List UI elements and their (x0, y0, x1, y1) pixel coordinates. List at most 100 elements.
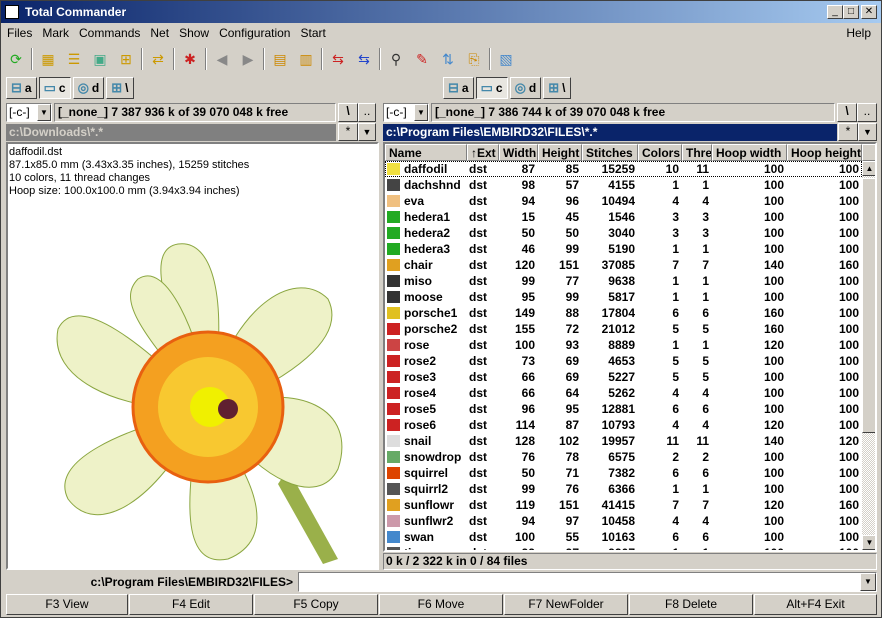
fkey-f4[interactable]: F4 Edit (129, 594, 253, 615)
table-row[interactable]: hedera1 dst 15 45 1546 3 3 100 100 (385, 209, 862, 225)
table-row[interactable]: rose3 dst 66 69 5227 5 5 100 100 (385, 369, 862, 385)
right-file-list[interactable]: Name ↑Ext Width Height Stitches Colors Thre Hoo… (383, 142, 877, 552)
table-row[interactable]: rose4 dst 66 64 5262 4 4 100 100 (385, 385, 862, 401)
sync-dirs-icon[interactable]: ⇅ (437, 48, 459, 70)
fkey-f7[interactable]: F7 NewFolder (504, 594, 628, 615)
drive-button-a[interactable]: ⊟ a (6, 77, 37, 99)
chevron-down-icon[interactable]: ▼ (860, 573, 876, 591)
column-header-colors[interactable]: Colors (638, 144, 682, 161)
column-header-name[interactable]: Name (385, 144, 467, 161)
table-row[interactable]: rose6 dst 114 87 10793 4 4 120 100 (385, 417, 862, 433)
left-up-button[interactable]: .. (358, 103, 376, 122)
drive-button-c[interactable]: ▭ c (38, 77, 71, 99)
close-button[interactable]: ✕ (861, 5, 877, 19)
notepad-icon[interactable]: ▧ (495, 48, 517, 70)
ftp-icon[interactable]: ⇆ (327, 48, 349, 70)
find-icon[interactable]: ⚲ (385, 48, 407, 70)
refresh-icon[interactable]: ⟳ (5, 48, 27, 70)
vertical-scrollbar[interactable]: ▲ ▼ (862, 161, 875, 550)
left-history-button[interactable]: * (338, 123, 358, 141)
thumbnail-view-icon[interactable]: ▣ (89, 48, 111, 70)
menu-show[interactable]: Show (179, 26, 209, 40)
drive-button-a[interactable]: ⊟ a (443, 77, 474, 99)
fkey-f6[interactable]: F6 Move (379, 594, 503, 615)
right-history-button[interactable]: * (838, 123, 858, 141)
table-row[interactable]: hedera3 dst 46 99 5190 1 1 100 100 (385, 241, 862, 257)
table-row[interactable]: porsche2 dst 155 72 21012 5 5 160 100 (385, 321, 862, 337)
scroll-up-button[interactable]: ▲ (862, 161, 875, 176)
cell-colors: 6 (672, 530, 679, 544)
left-path[interactable]: c:\Downloads\*.* (6, 124, 336, 141)
table-row[interactable]: rose dst 100 93 8889 1 1 120 100 (385, 337, 862, 353)
table-row[interactable]: squirrel dst 50 71 7382 6 6 100 100 (385, 465, 862, 481)
column-header-stitches[interactable]: Stitches (582, 144, 638, 161)
table-row[interactable]: snail dst 128 102 19957 11 11 140 120 (385, 433, 862, 449)
right-path[interactable]: c:\Program Files\EMBIRD32\FILES\*.* (383, 124, 837, 141)
drive-button-d[interactable]: ◎ d (72, 77, 105, 99)
back-icon[interactable]: ◀ (211, 48, 233, 70)
column-header-ext[interactable]: ↑Ext (467, 144, 499, 161)
column-header-height[interactable]: Height (538, 144, 582, 161)
menu-start[interactable]: Start (300, 26, 325, 40)
table-row[interactable]: moose dst 95 99 5817 1 1 100 100 (385, 289, 862, 305)
right-hotlist-button[interactable]: ▼ (858, 123, 877, 141)
column-header-width[interactable]: Width (499, 144, 538, 161)
tree-icon[interactable]: ⊞ (115, 48, 137, 70)
table-row[interactable]: swan dst 100 55 10163 6 6 100 100 (385, 529, 862, 545)
table-row[interactable]: rose5 dst 96 95 12881 6 6 100 100 (385, 401, 862, 417)
scroll-down-button[interactable]: ▼ (862, 535, 875, 550)
select-icon[interactable]: ✱ (179, 48, 201, 70)
fkey-f8[interactable]: F8 Delete (629, 594, 753, 615)
table-row[interactable]: chair dst 120 151 37085 7 7 140 160 (385, 257, 862, 273)
table-row[interactable]: eva dst 94 96 10494 4 4 100 100 (385, 193, 862, 209)
drive-button-c[interactable]: ▭ c (475, 77, 508, 99)
menu-files[interactable]: Files (7, 26, 32, 40)
drive-button-d[interactable]: ◎ d (509, 77, 542, 99)
menu-configuration[interactable]: Configuration (219, 26, 290, 40)
right-drive-combo[interactable]: [-c-] ▼ (383, 103, 429, 122)
table-row[interactable]: rose2 dst 73 69 4653 5 5 100 100 (385, 353, 862, 369)
pack-icon[interactable]: ▤ (269, 48, 291, 70)
compare-dirs-icon[interactable]: ⇄ (147, 48, 169, 70)
menu-mark[interactable]: Mark (42, 26, 69, 40)
menu-commands[interactable]: Commands (79, 26, 140, 40)
url-icon[interactable]: ⇆ (353, 48, 375, 70)
minimize-button[interactable]: _ (827, 5, 843, 19)
drive-button-network[interactable]: ⊞ \ (106, 77, 134, 99)
table-row[interactable]: sunflwr2 dst 94 97 10458 4 4 100 100 (385, 513, 862, 529)
table-row[interactable]: hedera2 dst 50 50 3040 3 3 100 100 (385, 225, 862, 241)
table-row[interactable]: tigerdst9997990711100100 (385, 545, 862, 550)
full-view-icon[interactable]: ☰ (63, 48, 85, 70)
column-header-thre[interactable]: Thre (682, 144, 712, 161)
multi-rename-icon[interactable]: ✎ (411, 48, 433, 70)
table-row[interactable]: daffodil dst 87 85 15259 10 11 100 100 (385, 161, 862, 177)
command-line-input[interactable]: ▼ (298, 572, 877, 592)
fkey-alt-f4[interactable]: Alt+F4 Exit (754, 594, 877, 615)
fkey-f5[interactable]: F5 Copy (254, 594, 378, 615)
column-header-hoopheight[interactable]: Hoop height (787, 144, 862, 161)
left-drive-combo[interactable]: [-c-] ▼ (6, 103, 52, 122)
right-root-button[interactable]: \ (837, 103, 857, 122)
fkey-f3[interactable]: F3 View (6, 594, 128, 615)
left-hotlist-button[interactable]: ▼ (358, 123, 376, 141)
scrollbar-thumb[interactable] (862, 178, 875, 433)
cell-stitches: 9638 (608, 274, 635, 288)
right-up-button[interactable]: .. (857, 103, 877, 122)
table-row[interactable]: porsche1 dst 149 88 17804 6 6 160 100 (385, 305, 862, 321)
unpack-icon[interactable]: ▥ (295, 48, 317, 70)
table-row[interactable]: sunflowr dst 119 151 41415 7 7 120 160 (385, 497, 862, 513)
table-row[interactable]: miso dst 99 77 9638 1 1 100 100 (385, 273, 862, 289)
table-row[interactable]: squirrl2 dst 99 76 6366 1 1 100 100 (385, 481, 862, 497)
left-root-button[interactable]: \ (338, 103, 358, 122)
file-icon (387, 499, 400, 511)
menu-net[interactable]: Net (150, 26, 169, 40)
maximize-button[interactable]: □ (843, 5, 859, 19)
forward-icon[interactable]: ▶ (237, 48, 259, 70)
brief-view-icon[interactable]: ▦ (37, 48, 59, 70)
drive-button-network[interactable]: ⊞ \ (543, 77, 571, 99)
menu-help[interactable]: Help (846, 23, 871, 43)
column-header-hoopwidth[interactable]: Hoop width (712, 144, 787, 161)
table-row[interactable]: snowdrop dst 76 78 6575 2 2 100 100 (385, 449, 862, 465)
copy-names-icon[interactable]: ⎘ (463, 48, 485, 70)
table-row[interactable]: dachshnd dst 98 57 4155 1 1 100 100 (385, 177, 862, 193)
